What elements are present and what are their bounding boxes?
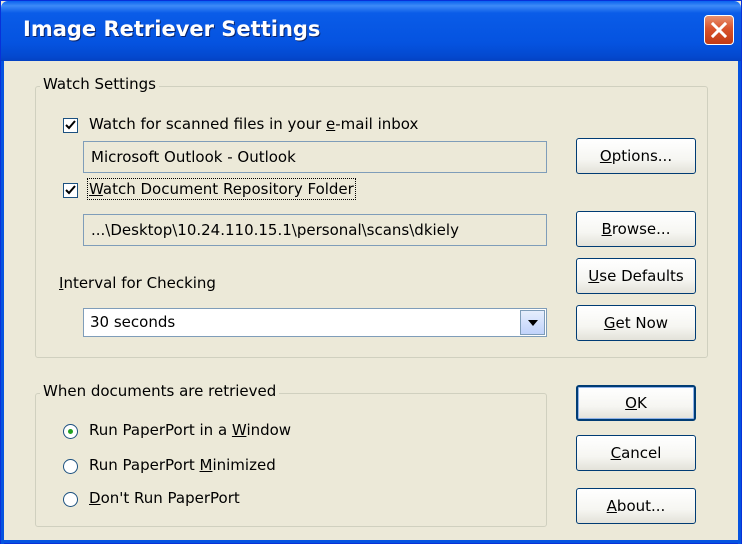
frame-bottom	[1, 540, 741, 543]
use-defaults-button[interactable]: Use Defaults	[576, 258, 696, 294]
folder-watch-checkbox[interactable]	[63, 183, 78, 198]
close-button[interactable]	[704, 15, 734, 45]
run-in-window-label[interactable]: Run PaperPort in a Window	[89, 421, 291, 439]
checkmark-icon	[65, 120, 76, 130]
folder-watch-label[interactable]: Watch Document Repository Folder	[87, 178, 356, 200]
ok-button[interactable]: OK	[576, 385, 696, 421]
watch-settings-legend: Watch Settings	[40, 75, 159, 93]
email-watch-label[interactable]: Watch for scanned files in your e-mail i…	[89, 115, 418, 133]
chevron-down-icon	[528, 320, 538, 326]
dont-run-label[interactable]: Don't Run PaperPort	[89, 489, 240, 507]
interval-dropdown-button[interactable]	[520, 310, 545, 335]
about-button[interactable]: About...	[576, 488, 696, 524]
email-watch-checkbox[interactable]	[63, 118, 78, 133]
radio-selected-dot	[68, 429, 73, 434]
window-title: Image Retriever Settings	[23, 17, 321, 41]
get-now-button[interactable]: Get Now	[576, 305, 696, 341]
cancel-button[interactable]: Cancel	[576, 435, 696, 471]
options-button[interactable]: Options...	[576, 138, 696, 174]
browse-button[interactable]: Browse...	[576, 211, 696, 247]
checkmark-icon	[65, 185, 76, 195]
interval-label: Interval for Checking	[59, 274, 216, 292]
retrieval-legend: When documents are retrieved	[40, 382, 280, 400]
settings-dialog: Image Retriever Settings Watch Settings …	[0, 0, 742, 544]
folder-path-field: ...\Desktop\10.24.110.15.1\personal\scan…	[83, 214, 547, 246]
run-minimized-label[interactable]: Run PaperPort Minimized	[89, 456, 276, 474]
email-client-field: Microsoft Outlook - Outlook	[83, 141, 547, 173]
title-bar[interactable]: Image Retriever Settings	[1, 1, 741, 61]
frame-left	[1, 61, 4, 544]
run-minimized-radio[interactable]	[63, 459, 78, 474]
close-icon	[711, 22, 727, 38]
run-in-window-radio[interactable]	[63, 424, 78, 439]
frame-right	[738, 61, 741, 544]
interval-select-value: 30 seconds	[90, 313, 176, 331]
interval-select[interactable]: 30 seconds	[83, 308, 547, 337]
dont-run-radio[interactable]	[63, 492, 78, 507]
